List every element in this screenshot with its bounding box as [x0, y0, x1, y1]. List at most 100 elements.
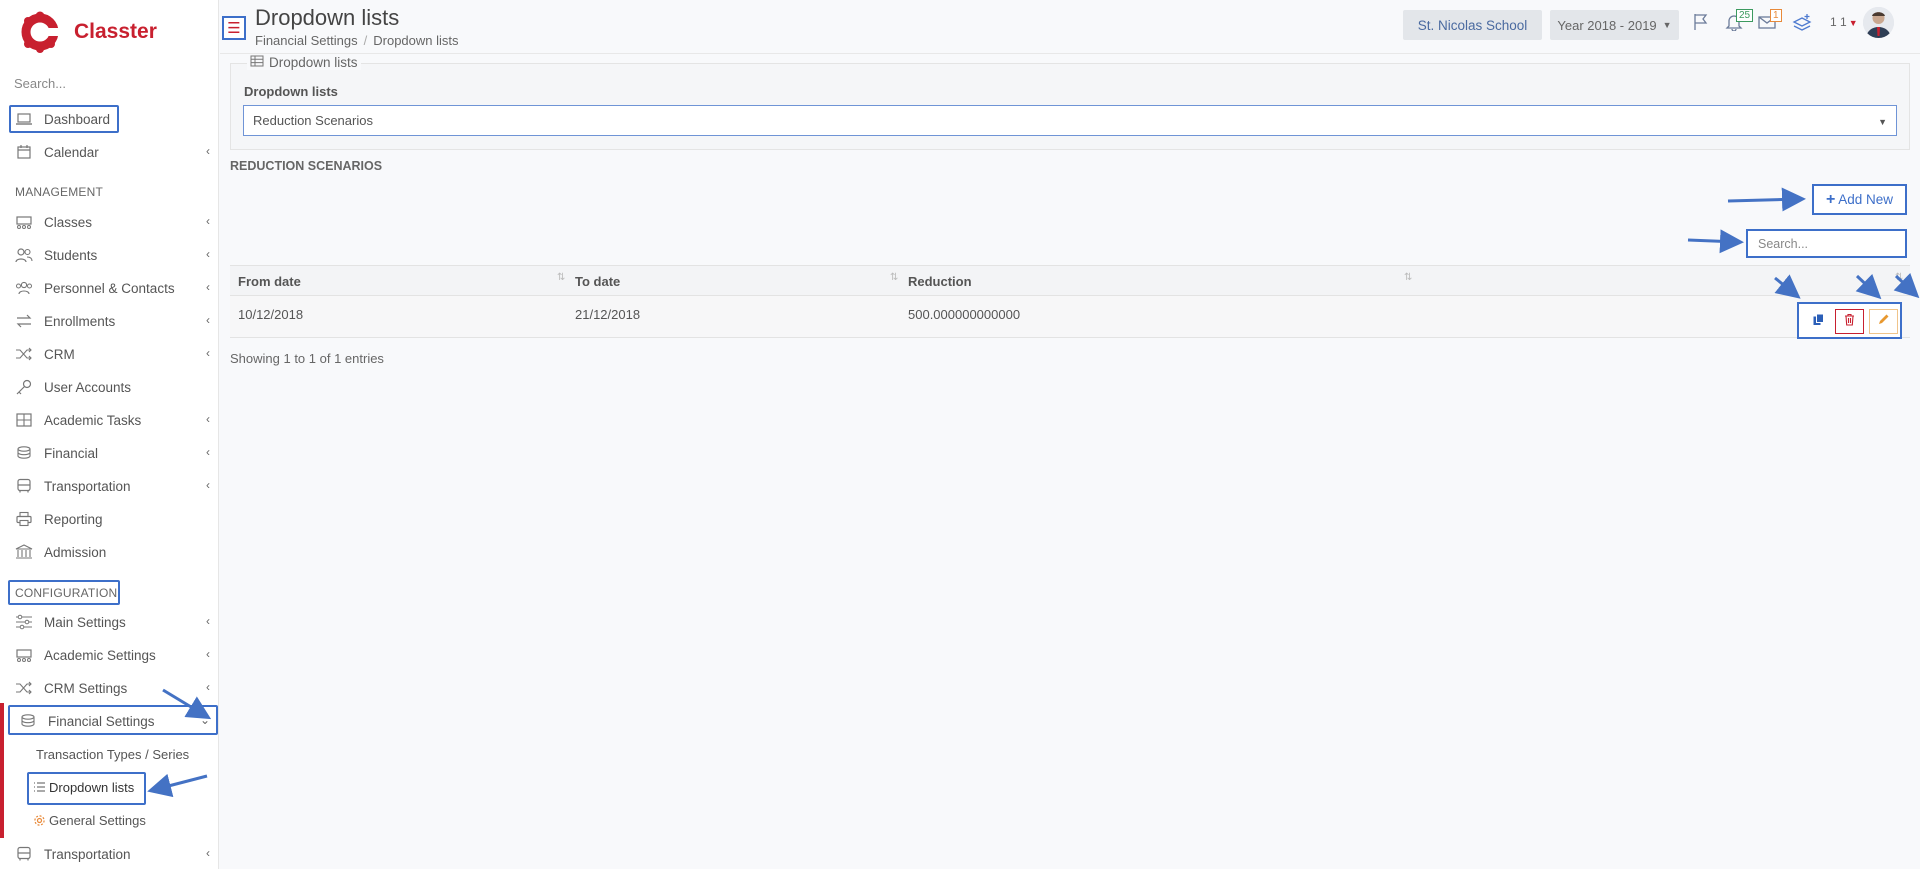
sidebar-item-financial[interactable]: Financial ‹ [14, 440, 214, 466]
caret-down-icon: ▼ [1878, 117, 1887, 127]
notifications-count-badge: 25 [1736, 9, 1754, 22]
bus-icon [14, 478, 34, 494]
user-menu-toggle[interactable]: 1 1 ▼ [1830, 15, 1858, 29]
classes-icon [14, 647, 34, 663]
sidebar-item-label: Reporting [44, 511, 103, 527]
coins-icon [14, 445, 34, 461]
sidebar-item-transportation[interactable]: Transportation ‹ [14, 473, 214, 499]
edit-button[interactable] [1869, 309, 1898, 334]
sidebar-item-classes[interactable]: Classes ‹ [14, 209, 214, 235]
sidebar-item-academic-settings[interactable]: Academic Settings ‹ [14, 642, 214, 668]
chevron-down-icon: ⌄ [199, 713, 210, 727]
sidebar-item-label: User Accounts [44, 379, 132, 395]
sidebar-item-admission[interactable]: Admission [14, 539, 214, 565]
hamburger-icon: ☰ [227, 20, 241, 37]
trash-icon [1843, 313, 1856, 331]
column-header-to-date[interactable]: To date [575, 274, 620, 289]
sidebar-item-dashboard[interactable]: Dashboard [14, 106, 214, 132]
sidebar-item-academic-tasks[interactable]: Academic Tasks ‹ [14, 407, 214, 433]
school-selector-button[interactable]: St. Nicolas School [1403, 10, 1542, 40]
sidebar-item-label: Academic Tasks [44, 412, 142, 428]
user-avatar[interactable] [1863, 7, 1894, 38]
plus-icon: + [1825, 190, 1836, 208]
sidebar-item-enrollments[interactable]: Enrollments ‹ [14, 308, 214, 334]
dropdown-list-select[interactable]: Reduction Scenarios ▼ [243, 105, 1897, 136]
duplicate-button[interactable] [1804, 309, 1833, 334]
chevron-left-icon: ‹ [206, 680, 210, 694]
sidebar-item-label: Classes [44, 214, 93, 230]
header-divider [220, 53, 1920, 54]
layers-button[interactable] [1790, 13, 1814, 35]
notifications-button[interactable]: 25 [1722, 9, 1754, 35]
sidebar-item-transportation-settings[interactable]: Transportation ‹ [14, 841, 214, 867]
chevron-left-icon: ‹ [206, 412, 210, 426]
enrollments-icon [14, 313, 34, 329]
chevron-left-icon: ‹ [206, 478, 210, 492]
chevron-left-icon: ‹ [206, 247, 210, 261]
section-title: REDUCTION SCENARIOS [230, 159, 383, 173]
bus-icon [14, 846, 34, 862]
printer-icon [14, 511, 34, 527]
logo[interactable]: Classter [20, 9, 157, 54]
delete-button[interactable] [1835, 309, 1864, 334]
add-new-label: Add New [1838, 192, 1894, 207]
menu-toggle-button[interactable]: ☰ [222, 16, 246, 40]
layers-plus-icon [1792, 13, 1812, 36]
sidebar-item-label: Admission [44, 544, 107, 560]
year-label: Year 2018 - 2019 [1557, 17, 1657, 33]
entries-info: Showing 1 to 1 of 1 entries [230, 351, 384, 366]
students-icon [14, 247, 34, 263]
year-selector-button[interactable]: Year 2018 - 2019 ▼ [1550, 10, 1679, 40]
sidebar-item-crm[interactable]: CRM ‹ [14, 341, 214, 367]
sort-icon: ⇅ [1404, 272, 1413, 283]
page-title: Dropdown lists [255, 5, 400, 30]
sidebar-sub-dropdown-lists[interactable]: Dropdown lists [33, 775, 134, 799]
column-header-reduction[interactable]: Reduction [908, 274, 972, 289]
user-count-label: 1 1 [1830, 15, 1847, 29]
caret-down-icon: ▼ [1848, 18, 1858, 28]
sidebar-item-label: Calendar [44, 144, 99, 160]
sidebar-item-personnel-contacts[interactable]: Personnel & Contacts ‹ [14, 275, 214, 301]
sidebar-sub-general-settings[interactable]: General Settings [33, 808, 146, 832]
messages-button[interactable]: 1 [1755, 9, 1782, 35]
breadcrumb-item[interactable]: Financial Settings [255, 33, 358, 48]
sliders-icon [14, 614, 34, 630]
chevron-left-icon: ‹ [206, 647, 210, 661]
flag-icon [1691, 13, 1711, 36]
sidebar-item-main-settings[interactable]: Main Settings ‹ [14, 609, 214, 635]
cell-from-date: 10/12/2018 [238, 307, 304, 322]
sidebar-item-user-accounts[interactable]: User Accounts [14, 374, 214, 400]
flag-button[interactable] [1689, 13, 1713, 35]
add-new-button[interactable]: + Add New [1812, 184, 1907, 215]
column-header-from-date[interactable]: From date [238, 274, 301, 289]
sidebar-item-crm-settings[interactable]: CRM Settings ‹ [14, 675, 214, 701]
gear-icon [33, 814, 46, 827]
table-icon [250, 55, 269, 70]
sidebar-item-label: Enrollments [44, 313, 116, 329]
chevron-left-icon: ‹ [206, 445, 210, 459]
sidebar-item-reporting[interactable]: Reporting [14, 506, 214, 532]
sidebar-item-label: Dashboard [44, 111, 111, 127]
select-value: Reduction Scenarios [253, 113, 373, 128]
key-icon [14, 379, 34, 395]
crm-icon [14, 680, 34, 696]
bank-icon [14, 544, 34, 560]
sidebar-item-label: CRM [44, 346, 75, 362]
coins-icon [18, 713, 38, 729]
reduction-scenarios-table: From date ⇅ To date ⇅ Reduction ⇅ ⇅ 10/1… [230, 265, 1910, 338]
sidebar-item-label: Transportation [44, 846, 131, 862]
sidebar-search-input[interactable] [14, 74, 204, 92]
sidebar-item-calendar[interactable]: Calendar ‹ [14, 139, 214, 165]
sidebar-item-students[interactable]: Students ‹ [14, 242, 214, 268]
copy-icon [1812, 313, 1825, 331]
section-label-management: MANAGEMENT [15, 185, 104, 199]
panel-legend-text: Dropdown lists [269, 55, 358, 70]
sidebar-item-label: Transportation [44, 478, 131, 494]
caret-down-icon: ▼ [1662, 20, 1672, 30]
table-search-input[interactable] [1746, 229, 1907, 258]
sidebar-item-financial-settings[interactable]: Financial Settings ⌄ [18, 708, 218, 734]
dropdown-lists-label: Dropdown lists [244, 84, 338, 99]
crm-icon [14, 346, 34, 362]
chevron-left-icon: ‹ [206, 346, 210, 360]
sidebar-sub-transaction-types[interactable]: Transaction Types / Series [36, 742, 189, 766]
